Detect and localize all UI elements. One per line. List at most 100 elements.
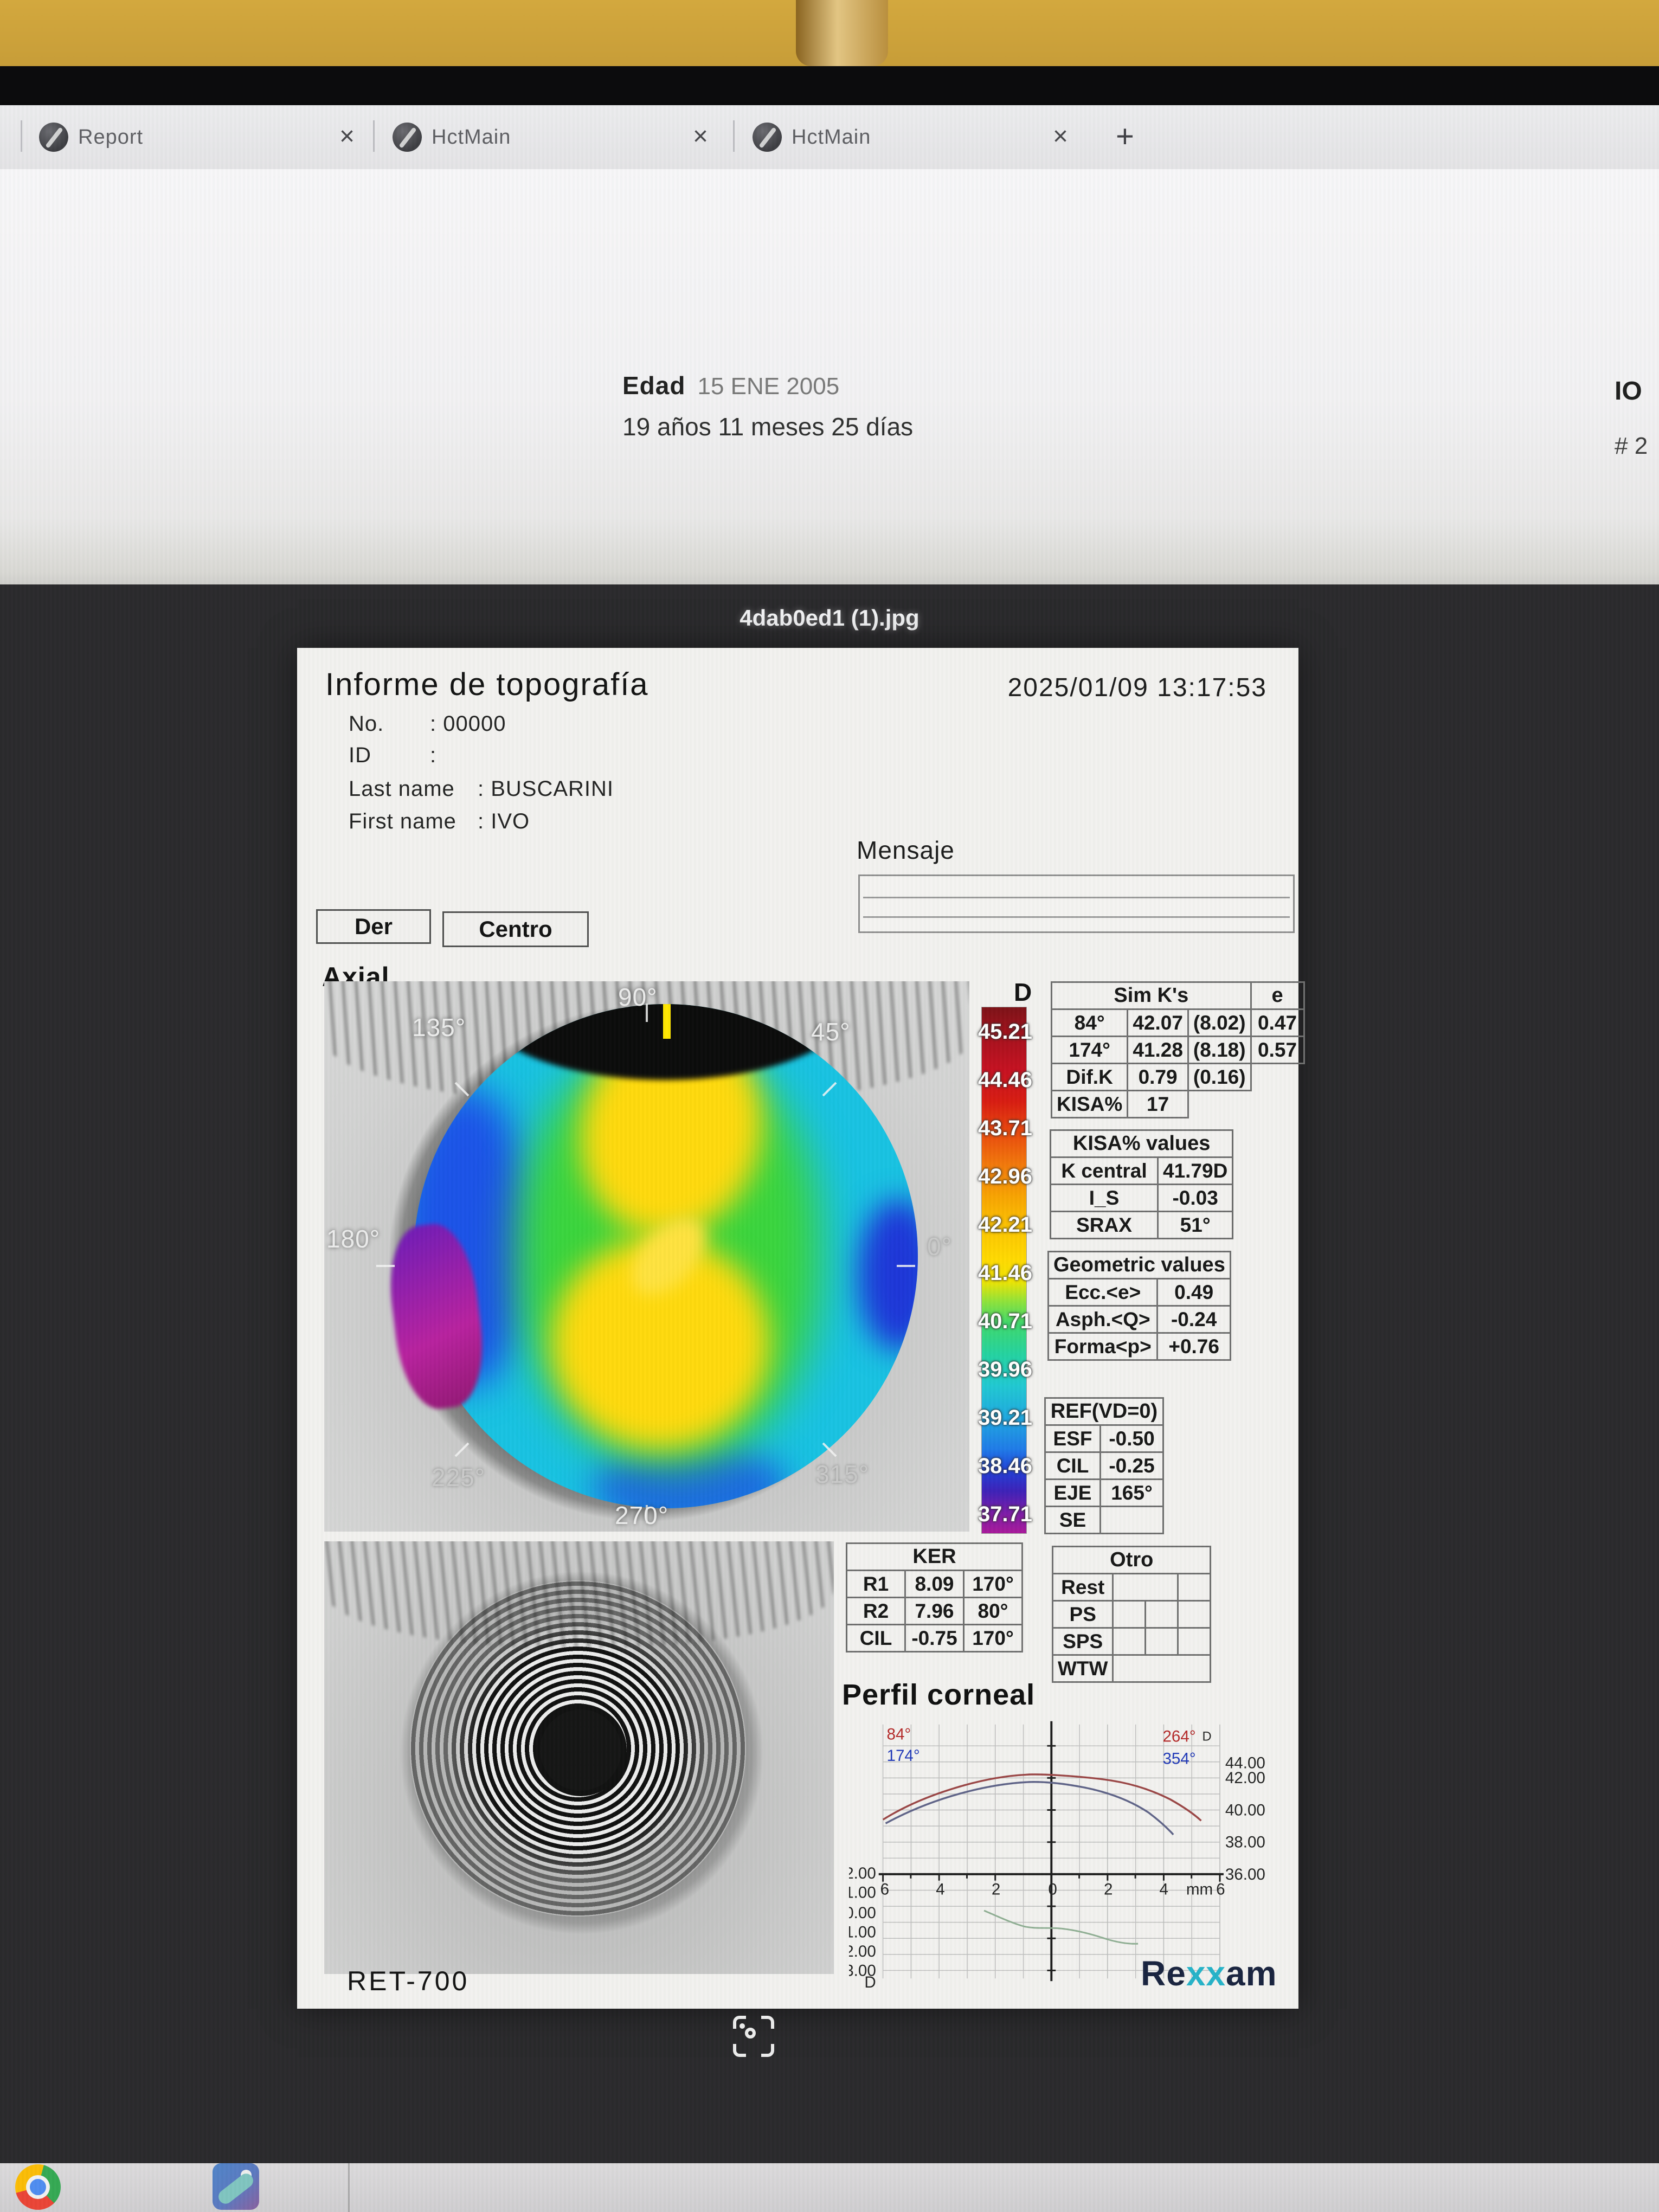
otro-table: Otro Rest PS SPS WTW xyxy=(1052,1546,1211,1683)
svg-text:mm: mm xyxy=(1186,1880,1213,1898)
close-tab-icon[interactable]: × xyxy=(339,121,355,151)
field-value: : 00000 xyxy=(430,712,506,736)
svg-text:-2.00: -2.00 xyxy=(849,1864,876,1882)
angle-label-135: 135° xyxy=(412,1013,466,1042)
report-title: Informe de topografía xyxy=(325,666,649,703)
new-tab-button[interactable]: + xyxy=(1116,118,1134,155)
map-blue-zone xyxy=(858,1199,918,1351)
svg-text:2: 2 xyxy=(992,1880,1000,1898)
age-row: Edad15 ENE 2005 xyxy=(622,371,839,400)
angle-label-225: 225° xyxy=(432,1463,485,1492)
svg-text:2: 2 xyxy=(1104,1880,1113,1898)
tab-label: Report xyxy=(78,126,143,149)
field-lastname: Last name : BUSCARINI xyxy=(349,777,614,801)
field-no: No. : 00000 xyxy=(349,712,506,736)
close-tab-icon[interactable]: × xyxy=(693,121,708,151)
svg-text:-1.00: -1.00 xyxy=(849,1883,876,1901)
logo-letter: e xyxy=(1166,1954,1186,1993)
position-button[interactable]: Centro xyxy=(442,911,589,947)
chrome-icon[interactable] xyxy=(15,2164,61,2210)
svg-text:36.00: 36.00 xyxy=(1225,1866,1265,1883)
scale-unit-label: D xyxy=(1014,978,1032,1007)
perfil-corneal-title: Perfil corneal xyxy=(842,1678,1035,1712)
tab-favicon-icon xyxy=(753,123,782,152)
logo-letter: xx xyxy=(1186,1954,1226,1993)
svg-text:0.00: 0.00 xyxy=(849,1904,876,1922)
angle-label-0: 0° xyxy=(927,1232,952,1261)
field-label: First name xyxy=(349,809,478,834)
mensaje-input-box[interactable] xyxy=(858,874,1295,933)
svg-text:38.00: 38.00 xyxy=(1225,1834,1265,1851)
svg-text:D: D xyxy=(864,1973,876,1988)
tab-hctmain-1[interactable]: HctMain × xyxy=(386,105,711,169)
field-value: : IVO xyxy=(478,809,530,834)
patient-header-band: Edad15 ENE 2005 19 años 11 meses 25 días… xyxy=(0,169,1659,584)
tab-hctmain-2[interactable]: HctMain × xyxy=(746,105,1071,169)
eye-side-button[interactable]: Der xyxy=(316,909,431,944)
tab-separator xyxy=(373,120,375,152)
gallery-app-icon[interactable] xyxy=(213,2163,259,2210)
mensaje-label: Mensaje xyxy=(857,835,955,865)
right-clipped-text-top: IO xyxy=(1615,376,1642,406)
rexxam-logo: Rexxam xyxy=(1141,1953,1277,1994)
image-filename: 4dab0ed1 (1).jpg xyxy=(740,605,919,631)
svg-text:2.00: 2.00 xyxy=(849,1943,876,1960)
svg-text:264°: 264° xyxy=(1162,1727,1195,1745)
kisa-values-table: KISA% values K central41.79D I_S-0.03 SR… xyxy=(1050,1129,1233,1239)
birth-date: 15 ENE 2005 xyxy=(697,373,839,400)
monitor-cable xyxy=(796,0,888,66)
field-label: No. xyxy=(349,712,430,736)
close-tab-icon[interactable]: × xyxy=(1053,121,1068,151)
right-clipped-text-bottom: # 2 xyxy=(1615,433,1648,460)
svg-text:0: 0 xyxy=(1048,1880,1057,1898)
blue-meridian-curve xyxy=(886,1782,1174,1835)
taskbar xyxy=(0,2163,1659,2212)
simk-table: Sim K'se 84°42.07(8.02)0.47 174°41.28(8.… xyxy=(1051,981,1305,1118)
scale-label: 44.46 xyxy=(972,1068,1039,1092)
svg-text:D: D xyxy=(1202,1729,1211,1744)
placido-rings-image xyxy=(324,1541,834,1974)
field-value: : xyxy=(430,743,436,768)
field-value: : BUSCARINI xyxy=(478,777,614,801)
field-label: ID xyxy=(349,743,430,768)
tab-favicon-icon xyxy=(39,123,68,152)
axial-topography-map: 90° 45° 135° 180° 0° 225° 315° 270° xyxy=(324,981,969,1532)
scale-label: 42.21 xyxy=(972,1213,1039,1237)
tab-separator xyxy=(733,120,735,152)
scale-label: 45.21 xyxy=(972,1020,1039,1044)
eyelashes xyxy=(324,1541,834,1648)
browser-tab-bar: Report × HctMain × HctMain × + xyxy=(0,105,1659,169)
svg-text:6: 6 xyxy=(880,1880,889,1898)
field-id: ID : xyxy=(349,743,436,768)
svg-text:1.00: 1.00 xyxy=(849,1923,876,1941)
geometric-values-table: Geometric values Ecc.<e>0.49 Asph.<Q>-0.… xyxy=(1047,1251,1231,1361)
scale-label: 37.71 xyxy=(972,1502,1039,1527)
tab-report[interactable]: Report × xyxy=(33,105,358,169)
svg-text:40.00: 40.00 xyxy=(1225,1801,1265,1819)
svg-text:4: 4 xyxy=(936,1880,944,1898)
report-datetime: 2025/01/09 13:17:53 xyxy=(1008,673,1267,703)
keratometry-table: KER R18.09170° R27.9680° CIL-0.75170° xyxy=(846,1542,1023,1652)
svg-text:4: 4 xyxy=(1160,1880,1168,1898)
tab-label: HctMain xyxy=(792,126,871,149)
photo-of-monitor: Report × HctMain × HctMain × + Edad15 EN… xyxy=(0,0,1659,2212)
color-power-map xyxy=(414,1004,918,1508)
angle-label-315: 315° xyxy=(815,1459,869,1489)
tab-separator xyxy=(21,120,22,152)
google-lens-icon[interactable] xyxy=(733,2016,774,2057)
svg-text:84°: 84° xyxy=(887,1725,911,1743)
svg-text:174°: 174° xyxy=(887,1747,920,1765)
taskbar-divider xyxy=(348,2163,350,2212)
logo-letter: R xyxy=(1141,1954,1166,1993)
scale-label: 41.46 xyxy=(972,1261,1039,1285)
angle-label-90: 90° xyxy=(618,982,658,1012)
refraction-table: REF(VD=0) ESF-0.50 CIL-0.25 EJE165° SE xyxy=(1044,1397,1164,1534)
top-marker xyxy=(663,1004,671,1039)
logo-letter: am xyxy=(1226,1954,1277,1993)
axis-tick xyxy=(376,1265,395,1267)
image-viewer: 4dab0ed1 (1).jpg Informe de topografía 2… xyxy=(0,584,1659,2163)
svg-text:6: 6 xyxy=(1216,1880,1225,1898)
scale-label: 39.96 xyxy=(972,1358,1039,1382)
tab-label: HctMain xyxy=(432,126,511,149)
age-detail: 19 años 11 meses 25 días xyxy=(622,412,913,441)
